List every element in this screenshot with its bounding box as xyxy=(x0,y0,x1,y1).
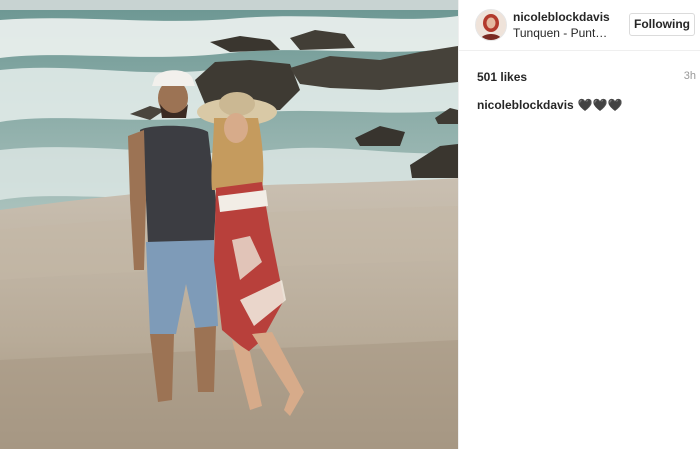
post-header: nicoleblockdavis Tunquen - Punta ... Fol… xyxy=(459,0,700,51)
avatar-image xyxy=(476,10,506,40)
post-time[interactable]: 3h xyxy=(684,70,696,82)
post-sidebar: nicoleblockdavis Tunquen - Punta ... Fol… xyxy=(459,0,700,449)
likes-count[interactable]: 501 likes xyxy=(477,70,527,84)
post-photo[interactable] xyxy=(0,0,458,449)
beach-photo-image xyxy=(0,0,458,449)
username-link[interactable]: nicoleblockdavis xyxy=(513,10,610,24)
caption-username-link[interactable]: nicoleblockdavis xyxy=(477,98,574,112)
location-link[interactable]: Tunquen - Punta ... xyxy=(513,26,611,40)
caption-text: 🖤🖤🖤 xyxy=(577,98,623,112)
following-button[interactable]: Following xyxy=(629,13,695,36)
caption: nicoleblockdavis 🖤🖤🖤 xyxy=(477,98,623,112)
avatar[interactable] xyxy=(475,9,507,41)
